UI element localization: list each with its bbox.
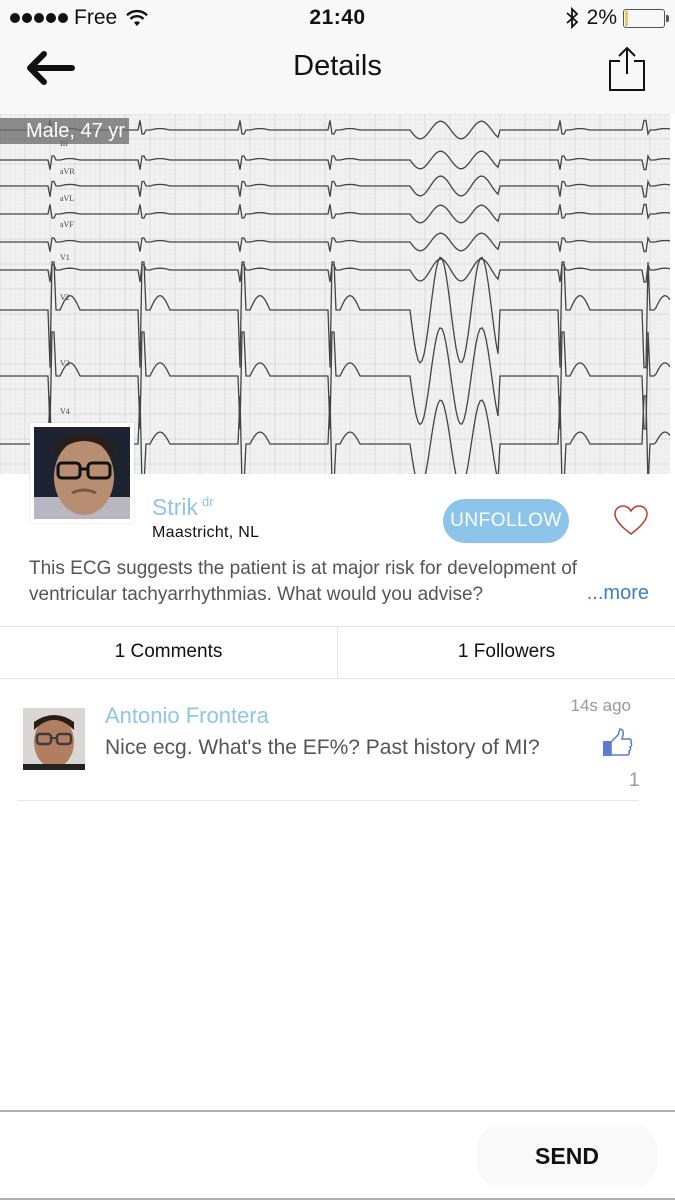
commenter-name[interactable]: Antonio Frontera [105, 703, 269, 729]
ecg-lead-label: aVR [60, 167, 75, 176]
comment-input[interactable] [14, 1126, 464, 1186]
author-photo [34, 427, 130, 519]
comment-like-button[interactable] [601, 727, 633, 759]
author-name[interactable]: Strik dr [152, 494, 214, 521]
tab-followers[interactable]: 1 Followers [337, 627, 675, 678]
more-link[interactable]: ...more [587, 582, 649, 605]
author-avatar[interactable] [30, 423, 134, 523]
ecg-lead-label: V3 [60, 359, 70, 368]
comment-compose-bar: SEND [0, 1110, 675, 1200]
heart-outline-icon [614, 505, 648, 535]
bluetooth-icon [566, 7, 578, 29]
like-button[interactable] [613, 504, 649, 536]
ecg-tracing: IIIaVRaVLaVFV1V2V3V4 [0, 114, 670, 474]
nav-bar: Details [0, 38, 675, 114]
battery-icon [623, 8, 669, 28]
send-button[interactable]: SEND [477, 1125, 657, 1187]
status-bar: Free 21:40 2% [0, 0, 675, 38]
share-icon [609, 46, 645, 91]
comment-item: Antonio Frontera 14s ago Nice ecg. What'… [17, 690, 640, 801]
tab-comments[interactable]: 1 Comments [0, 627, 337, 678]
comment-like-count: 1 [629, 770, 640, 791]
page-title: Details [293, 50, 382, 82]
battery-percent: 2% [586, 6, 617, 29]
author-location: Maastricht, NL [152, 524, 260, 541]
unfollow-button[interactable]: UNFOLLOW [443, 499, 569, 543]
post-description: This ECG suggests the patient is at majo… [29, 558, 578, 605]
ecg-lead-label: aVF [60, 220, 74, 229]
status-right: 2% [565, 6, 669, 30]
thumbs-up-icon [603, 728, 633, 756]
patient-tag: Male, 47 yr [0, 118, 129, 144]
author-title: dr [202, 494, 214, 510]
commenter-photo [23, 708, 85, 770]
share-button[interactable] [607, 46, 647, 92]
commenter-avatar[interactable] [23, 708, 85, 770]
ecg-image[interactable]: IIIaVRaVLaVFV1V2V3V4 Male, 47 yr [0, 114, 670, 474]
ecg-lead-label: V4 [60, 407, 70, 416]
ecg-lead-label: V1 [60, 253, 70, 262]
stats-tabs: 1 Comments 1 Followers [0, 626, 675, 679]
comment-timestamp: 14s ago [570, 696, 632, 715]
ecg-lead-label: V2 [60, 293, 70, 302]
ecg-lead-label: aVL [60, 194, 74, 203]
author-name-text[interactable]: Strik [152, 494, 198, 520]
comment-text: Nice ecg. What's the EF%? Past history o… [105, 736, 540, 759]
